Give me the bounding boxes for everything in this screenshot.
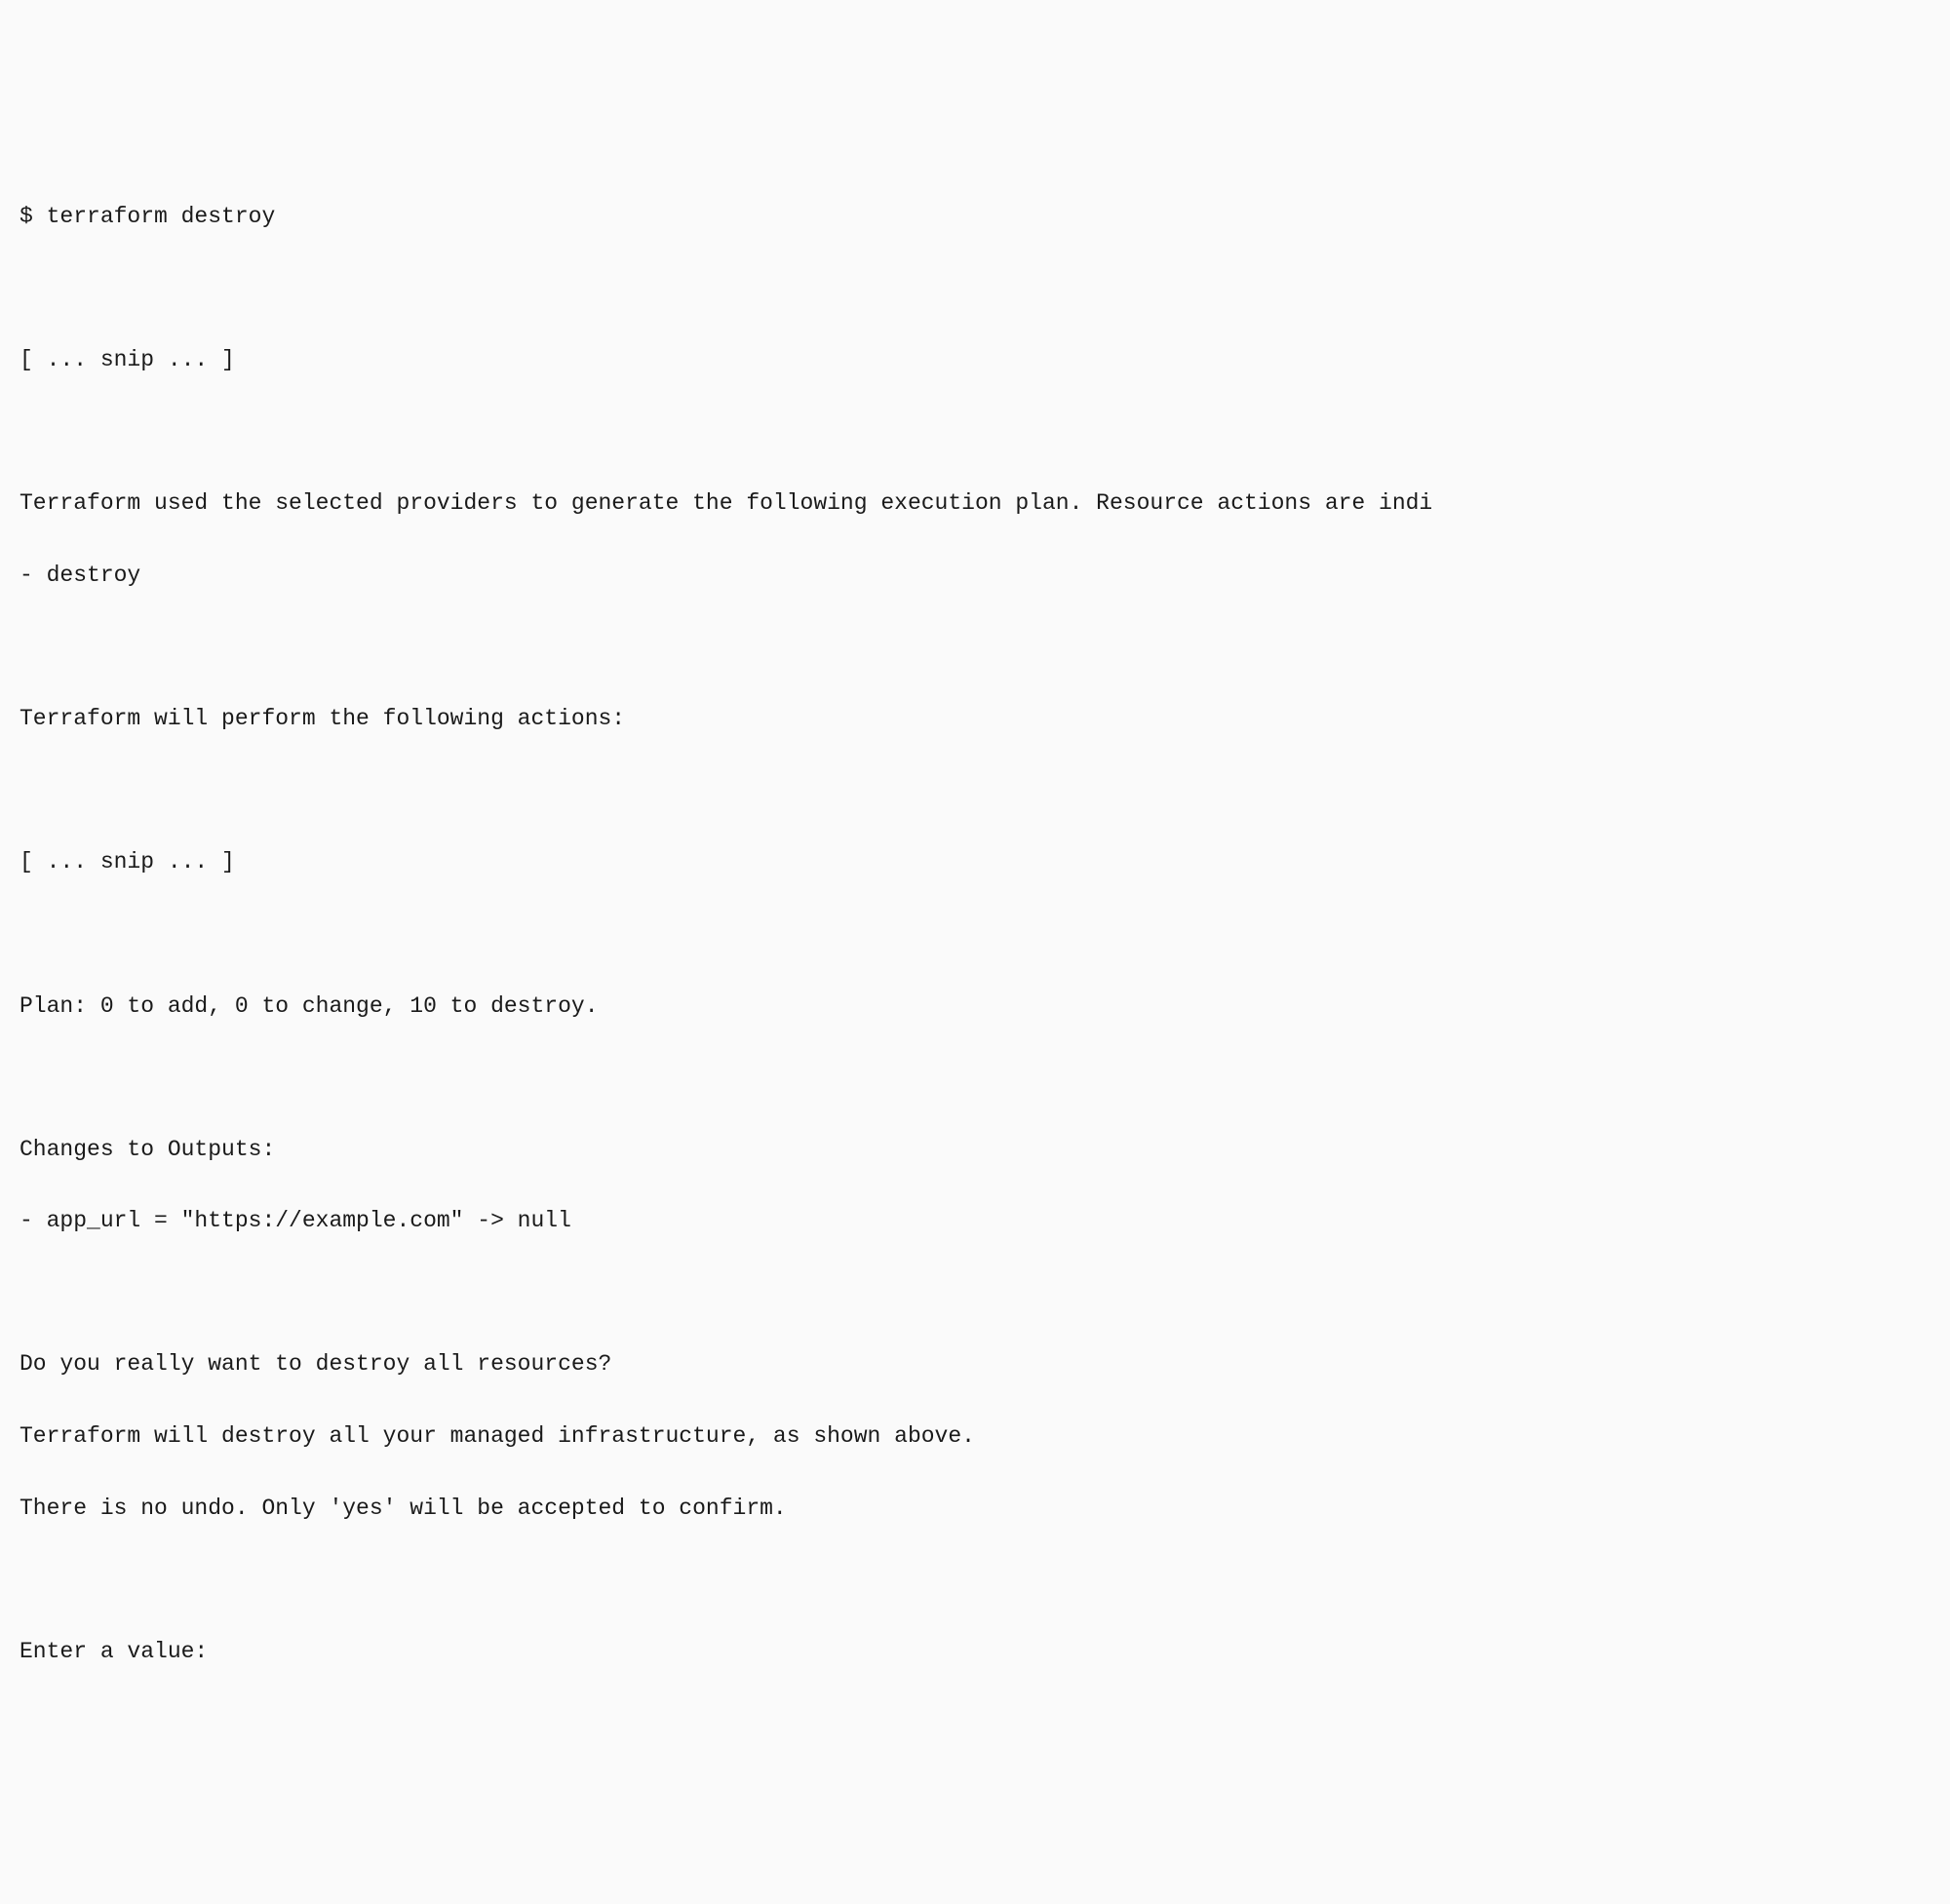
terminal-line: Terraform will perform the following act…: [20, 701, 1930, 737]
terminal-line: There is no undo. Only 'yes' will be acc…: [20, 1491, 1930, 1527]
terminal-line: [20, 1275, 1930, 1311]
terminal-line: [20, 271, 1930, 307]
terminal-line: Plan: 0 to add, 0 to change, 10 to destr…: [20, 989, 1930, 1025]
terminal-line: [20, 414, 1930, 450]
terminal-line: Terraform will destroy all your managed …: [20, 1418, 1930, 1455]
terminal-line: - destroy: [20, 558, 1930, 594]
terminal-line: [20, 630, 1930, 666]
terminal-line: [20, 916, 1930, 952]
terminal-output: $ terraform destroy [ ... snip ... ] Ter…: [20, 163, 1930, 1705]
terminal-line: Terraform used the selected providers to…: [20, 486, 1930, 522]
terminal-line: [20, 1060, 1930, 1096]
terminal-line: - app_url = "https://example.com" -> nul…: [20, 1203, 1930, 1239]
terminal-line: $ terraform destroy: [20, 199, 1930, 235]
terminal-line: [20, 773, 1930, 809]
terminal-line: Do you really want to destroy all resour…: [20, 1346, 1930, 1382]
terminal-line: [ ... snip ... ]: [20, 844, 1930, 880]
terminal-line: [20, 1562, 1930, 1598]
terminal-line: Enter a value:: [20, 1634, 1930, 1670]
terminal-line: Changes to Outputs:: [20, 1132, 1930, 1168]
terminal-line: [ ... snip ... ]: [20, 342, 1930, 378]
